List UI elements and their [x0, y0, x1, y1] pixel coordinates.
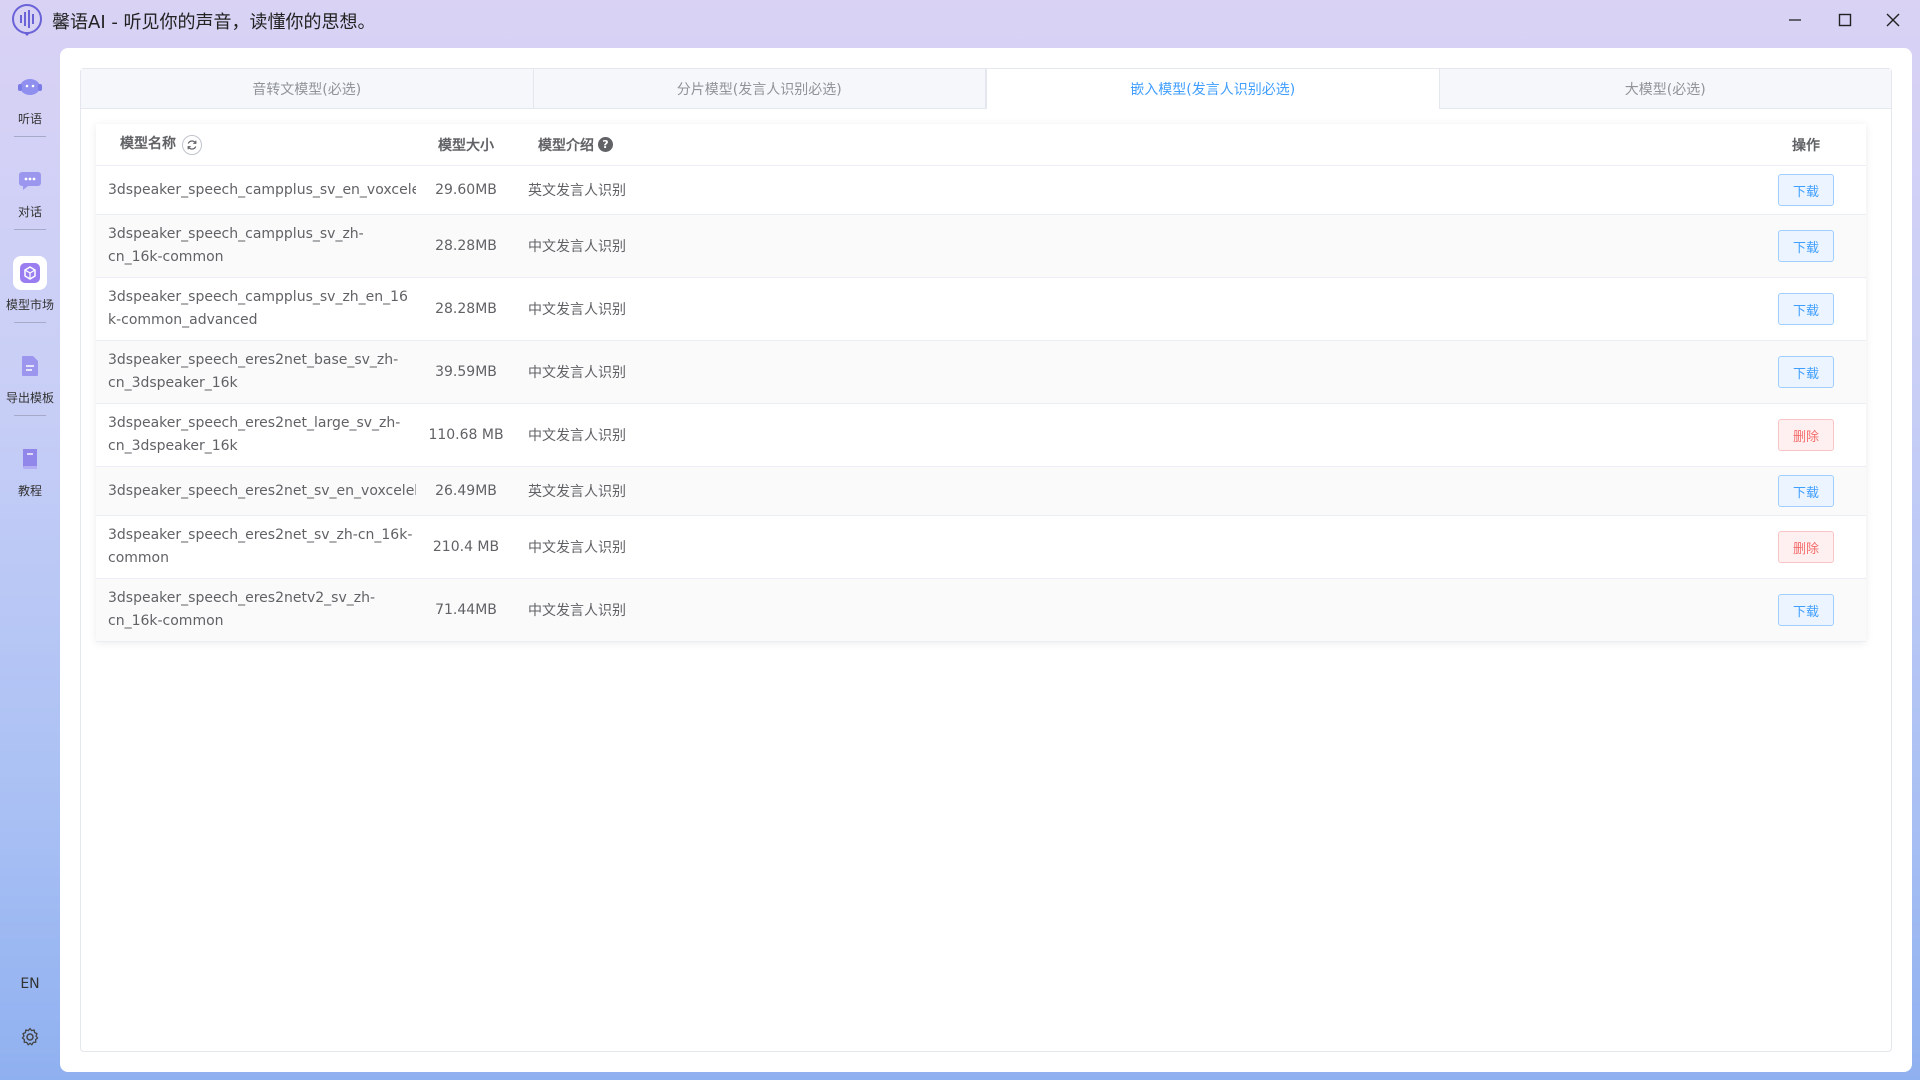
language-toggle[interactable]: EN — [0, 976, 60, 992]
tab-container: 音转文模型(必选) 分片模型(发言人识别必选) 嵌入模型(发言人识别必选) 大模… — [80, 68, 1892, 1052]
minimize-button[interactable] — [1772, 4, 1818, 36]
header-operation: 操作 — [1792, 137, 1820, 154]
sidebar-item-listen[interactable]: 听语 — [0, 58, 60, 138]
delete-button[interactable]: 删除 — [1777, 531, 1834, 563]
tab-embedding-model[interactable]: 嵌入模型(发言人识别必选) — [986, 69, 1440, 109]
sidebar-divider — [14, 415, 46, 416]
refresh-icon[interactable] — [182, 134, 202, 155]
model-name-cell: 3dspeaker_speech_eres2net_large_sv_zh-cn… — [108, 415, 401, 454]
sidebar-item-label: 导出模板 — [5, 391, 54, 405]
table-row: 3dspeaker_speech_eres2net_sv_zh-cn_16k-c… — [96, 516, 1866, 579]
minimize-icon — [1789, 19, 1801, 21]
model-size-cell: 28.28MB — [435, 238, 497, 254]
model-desc-cell: 英文发言人识别 — [528, 183, 626, 199]
chat-icon — [19, 172, 41, 190]
model-desc-cell: 中文发言人识别 — [528, 239, 626, 255]
maximize-button[interactable] — [1822, 4, 1868, 36]
model-market-icon — [20, 263, 40, 283]
table-row: 3dspeaker_speech_campplus_sv_zh_en_16k-c… — [96, 278, 1866, 341]
table-header: 模型名称 模型大小 模型介绍 ? 操作 — [96, 124, 1866, 166]
app-logo-icon — [12, 4, 42, 36]
sidebar-divider — [14, 229, 46, 230]
sidebar: 听语 对话 模型市场 导出模板 教程 — [0, 48, 60, 1080]
header-model-name: 模型名称 — [120, 136, 176, 152]
close-button[interactable] — [1870, 4, 1916, 36]
table-row: 3dspeaker_speech_eres2netv2_sv_zh-cn_16k… — [96, 579, 1866, 642]
model-name-cell: 3dspeaker_speech_eres2net_base_sv_zh-cn_… — [108, 352, 399, 391]
tab-large-model[interactable]: 大模型(必选) — [1440, 69, 1892, 109]
operation-cell: 下载 — [1746, 293, 1866, 325]
download-button[interactable]: 下载 — [1777, 356, 1834, 388]
download-button[interactable]: 下载 — [1777, 174, 1834, 206]
sidebar-item-label: 教程 — [17, 484, 42, 498]
window-title: 馨语AI - 听见你的声音，读懂你的思想。 — [52, 12, 376, 33]
operation-cell: 下载 — [1746, 174, 1866, 206]
table-row: 3dspeaker_speech_campplus_sv_en_voxceleb… — [96, 166, 1866, 215]
sidebar-item-tutorial[interactable]: 教程 — [0, 430, 60, 510]
close-icon — [1886, 13, 1900, 27]
model-table: 模型名称 模型大小 模型介绍 ? 操作 3dspeaker_speech_cam… — [96, 124, 1866, 642]
operation-cell: 删除 — [1746, 419, 1866, 451]
sidebar-divider — [14, 322, 46, 323]
download-button[interactable]: 下载 — [1777, 594, 1834, 626]
main-panel: 音转文模型(必选) 分片模型(发言人识别必选) 嵌入模型(发言人识别必选) 大模… — [60, 48, 1912, 1072]
operation-cell: 删除 — [1746, 531, 1866, 563]
table-body: 3dspeaker_speech_campplus_sv_en_voxceleb… — [96, 166, 1866, 642]
model-name-cell: 3dspeaker_speech_campplus_sv_zh_en_16k-c… — [108, 289, 408, 328]
listen-icon — [18, 79, 42, 95]
model-size-cell: 29.60MB — [435, 182, 497, 198]
model-size-cell: 110.68 MB — [428, 427, 504, 443]
table-row: 3dspeaker_speech_campplus_sv_zh-cn_16k-c… — [96, 215, 1866, 278]
model-size-cell: 28.28MB — [435, 301, 497, 317]
tab-asr-model[interactable]: 音转文模型(必选) — [81, 69, 534, 109]
sidebar-item-label: 模型市场 — [5, 298, 54, 312]
operation-cell: 下载 — [1746, 475, 1866, 507]
model-size-cell: 210.4 MB — [432, 539, 500, 555]
operation-cell: 下载 — [1746, 594, 1866, 626]
model-desc-cell: 中文发言人识别 — [528, 540, 626, 556]
sidebar-item-export-template[interactable]: 导出模板 — [0, 337, 60, 417]
operation-cell: 下载 — [1746, 356, 1866, 388]
header-model-size: 模型大小 — [438, 137, 494, 154]
sidebar-item-label: 听语 — [17, 112, 42, 126]
tutorial-book-icon — [23, 449, 37, 470]
sidebar-item-model-market[interactable]: 模型市场 — [0, 244, 60, 324]
model-size-cell: 71.44MB — [435, 602, 497, 618]
sidebar-item-label: 对话 — [17, 205, 42, 219]
operation-cell: 下载 — [1746, 230, 1866, 262]
download-button[interactable]: 下载 — [1777, 230, 1834, 262]
model-tabs: 音转文模型(必选) 分片模型(发言人识别必选) 嵌入模型(发言人识别必选) 大模… — [81, 69, 1891, 109]
model-desc-cell: 中文发言人识别 — [528, 428, 626, 444]
model-desc-cell: 中文发言人识别 — [528, 302, 626, 318]
header-model-desc: 模型介绍 — [538, 137, 594, 154]
delete-button[interactable]: 删除 — [1777, 419, 1834, 451]
model-size-cell: 39.59MB — [435, 364, 497, 380]
model-name-cell: 3dspeaker_speech_eres2net_sv_zh-cn_16k-c… — [108, 527, 413, 566]
export-template-icon — [22, 356, 38, 376]
model-name-cell: 3dspeaker_speech_campplus_sv_en_voxceleb… — [108, 181, 416, 198]
table-row: 3dspeaker_speech_eres2net_sv_en_voxceleb… — [96, 467, 1866, 516]
model-desc-cell: 英文发言人识别 — [528, 484, 626, 500]
model-name-cell: 3dspeaker_speech_eres2net_sv_en_voxceleb… — [108, 482, 416, 499]
tab-segmentation-model[interactable]: 分片模型(发言人识别必选) — [534, 69, 986, 109]
table-row: 3dspeaker_speech_eres2net_base_sv_zh-cn_… — [96, 341, 1866, 404]
download-button[interactable]: 下载 — [1777, 475, 1834, 507]
gear-icon[interactable] — [20, 1027, 40, 1047]
model-name-cell: 3dspeaker_speech_eres2netv2_sv_zh-cn_16k… — [108, 590, 376, 629]
title-bar: 馨语AI - 听见你的声音，读懂你的思想。 — [0, 0, 1920, 40]
sidebar-divider — [14, 136, 46, 137]
download-button[interactable]: 下载 — [1777, 293, 1834, 325]
maximize-icon — [1838, 13, 1852, 27]
help-icon[interactable]: ? — [598, 137, 613, 152]
model-size-cell: 26.49MB — [435, 483, 497, 499]
model-desc-cell: 中文发言人识别 — [528, 603, 626, 619]
table-row: 3dspeaker_speech_eres2net_large_sv_zh-cn… — [96, 404, 1866, 467]
model-name-cell: 3dspeaker_speech_campplus_sv_zh-cn_16k-c… — [108, 226, 364, 265]
model-desc-cell: 中文发言人识别 — [528, 365, 626, 381]
sidebar-item-chat[interactable]: 对话 — [0, 151, 60, 231]
